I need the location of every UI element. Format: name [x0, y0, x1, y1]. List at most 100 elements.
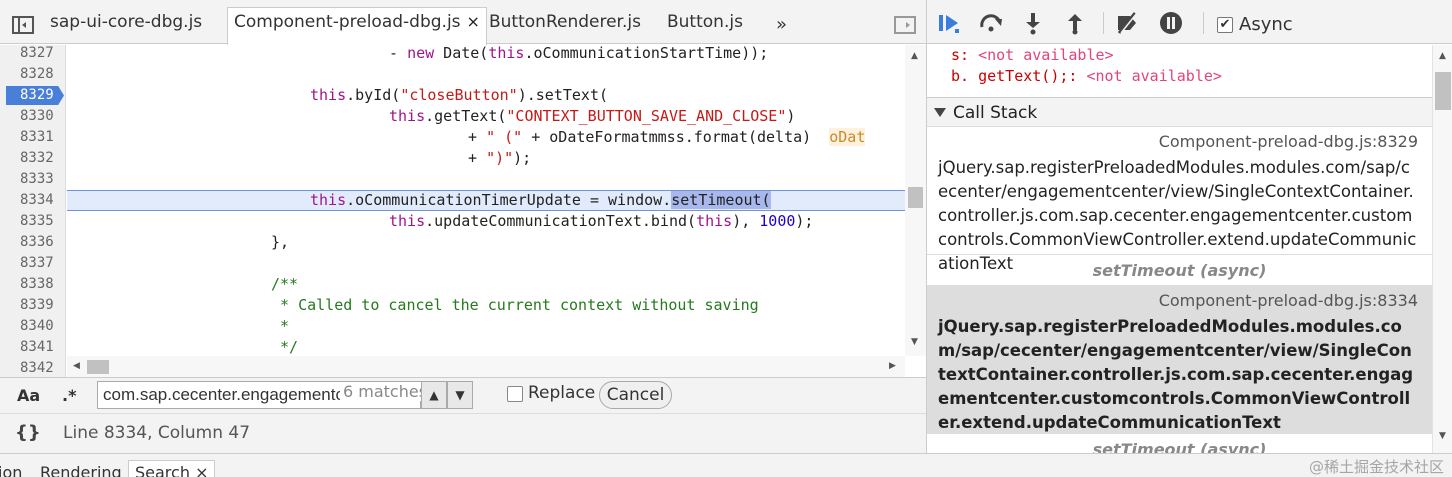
- code-line: *: [271, 317, 290, 335]
- code-line: /**: [271, 275, 299, 293]
- line-number[interactable]: 8336: [0, 232, 66, 253]
- debugger-toolbar: ✔ Async: [927, 0, 1452, 44]
- code-line: * Called to cancel the current context w…: [271, 296, 759, 314]
- devtools-sources-panel: sap-ui-core-dbg.js Component-preload-dbg…: [0, 0, 1452, 477]
- scroll-down-icon[interactable]: ▼: [911, 337, 918, 347]
- line-number[interactable]: 8328: [0, 64, 66, 85]
- line-number[interactable]: 8330: [0, 106, 66, 127]
- match-count: 6 matches: [340, 382, 431, 401]
- call-stack-header[interactable]: Call Stack: [927, 97, 1432, 127]
- inline-value-hint: oDat: [829, 128, 866, 146]
- line-number[interactable]: 8335: [0, 211, 66, 232]
- call-stack-list: Component-preload-dbg.js:8329 jQuery.sap…: [927, 127, 1432, 453]
- scroll-left-icon[interactable]: ◀: [73, 361, 80, 371]
- code-line: this.byId("closeButton").setText(: [310, 86, 609, 104]
- editor-horizontal-scrollbar[interactable]: ◀ ▶: [67, 356, 905, 377]
- frame-location[interactable]: Component-preload-dbg.js:8329: [938, 132, 1418, 156]
- line-number[interactable]: 8339: [0, 295, 66, 316]
- next-match-button[interactable]: ▼: [447, 381, 473, 409]
- line-number[interactable]: 8342: [0, 358, 66, 379]
- drawer-tab-rendering[interactable]: Rendering: [40, 463, 122, 477]
- tab-label: Search: [135, 463, 190, 477]
- line-number[interactable]: 8332: [0, 148, 66, 169]
- tab-label: ButtonRenderer.js: [489, 12, 641, 32]
- sidebar-scrollbar[interactable]: ▲ ▼: [1432, 45, 1452, 453]
- watch-entry[interactable]: s: <not available>: [951, 46, 1114, 64]
- replace-checkbox[interactable]: [507, 386, 523, 402]
- code-editor[interactable]: 8327 8328 8329 8330 8331 8332 8333 8334 …: [0, 45, 926, 377]
- toggle-debugger-icon[interactable]: [894, 16, 916, 34]
- match-case-toggle[interactable]: Aa: [17, 386, 40, 405]
- more-tabs-button[interactable]: »: [776, 14, 787, 35]
- pause-on-exceptions-icon[interactable]: [1159, 11, 1183, 35]
- scroll-up-icon[interactable]: ▲: [1439, 51, 1446, 61]
- cursor-position: Line 8334, Column 47: [63, 423, 251, 443]
- frame-function: jQuery.sap.registerPreloadedModules.modu…: [938, 317, 1414, 432]
- line-number-gutter[interactable]: 8327 8328 8329 8330 8331 8332 8333 8334 …: [0, 45, 66, 377]
- previous-match-button[interactable]: ▲: [421, 381, 447, 409]
- step-over-icon[interactable]: [979, 11, 1003, 35]
- line-number[interactable]: 8333: [0, 169, 66, 190]
- async-checkbox[interactable]: ✔: [1217, 17, 1233, 33]
- search-match-selection: setTimeout(: [671, 191, 771, 209]
- scrollbar-thumb[interactable]: [87, 360, 109, 374]
- drawer-tab-partial[interactable]: ion: [0, 463, 22, 477]
- line-number[interactable]: 8327: [0, 43, 66, 64]
- deactivate-breakpoints-icon[interactable]: [1115, 11, 1139, 35]
- code-line: this.oCommunicationTimerUpdate = window.…: [310, 191, 771, 209]
- step-into-icon[interactable]: [1021, 11, 1045, 35]
- scope-values: s: <not available> b. getText();: <not a…: [927, 45, 1432, 97]
- close-tab-icon[interactable]: ×: [195, 463, 208, 477]
- toolbar-separator: [1203, 12, 1204, 34]
- line-number[interactable]: 8331: [0, 127, 66, 148]
- scroll-up-icon[interactable]: ▲: [911, 51, 918, 61]
- code-line: },: [271, 233, 290, 251]
- async-separator: setTimeout (async): [927, 434, 1432, 453]
- async-separator: setTimeout (async): [927, 254, 1432, 286]
- async-label[interactable]: Async: [1239, 14, 1293, 35]
- pretty-print-button[interactable]: {}: [15, 422, 41, 443]
- scroll-down-icon[interactable]: ▼: [1439, 431, 1446, 441]
- expand-triangle-icon[interactable]: [934, 108, 946, 117]
- code-line: - new Date(this.oCommunicationStartTime)…: [389, 45, 769, 62]
- tab-label: Component-preload-dbg.js: [234, 12, 461, 32]
- editor-tab-bar: sap-ui-core-dbg.js Component-preload-dbg…: [0, 0, 926, 45]
- watermark: @稀土掘金技术社区: [1308, 458, 1444, 476]
- call-frame-selected[interactable]: Component-preload-dbg.js:8334 jQuery.sap…: [927, 286, 1432, 434]
- code-line: this.updateCommunicationText.bind(this),…: [389, 212, 814, 230]
- code-line: + " (" + oDateFormatmmss.format(delta) o…: [468, 128, 866, 146]
- replace-label[interactable]: Replace: [528, 383, 595, 403]
- watch-entry[interactable]: b. getText();: <not available>: [951, 67, 1222, 85]
- scrollbar-thumb[interactable]: [908, 187, 923, 208]
- call-stack-title: Call Stack: [953, 103, 1038, 123]
- tab-sap-ui-core-dbg[interactable]: sap-ui-core-dbg.js: [50, 8, 202, 44]
- line-number[interactable]: 8340: [0, 316, 66, 337]
- toolbar-separator: [1103, 12, 1104, 34]
- drawer-tab-search[interactable]: Search ×: [128, 460, 216, 477]
- tab-label: sap-ui-core-dbg.js: [50, 12, 203, 32]
- regex-toggle[interactable]: .*: [62, 386, 76, 405]
- scroll-right-icon[interactable]: ▶: [889, 361, 896, 371]
- line-number[interactable]: 8337: [0, 253, 66, 274]
- call-frame[interactable]: Component-preload-dbg.js:8329 jQuery.sap…: [927, 127, 1432, 273]
- step-out-icon[interactable]: [1063, 11, 1087, 35]
- scrollbar-thumb[interactable]: [1435, 72, 1451, 110]
- cancel-button[interactable]: Cancel: [599, 381, 672, 409]
- line-number[interactable]: 8341: [0, 337, 66, 358]
- line-number[interactable]: 8338: [0, 274, 66, 295]
- tab-button-renderer[interactable]: ButtonRenderer.js: [489, 8, 641, 44]
- tab-component-preload-dbg[interactable]: Component-preload-dbg.js ×: [227, 7, 487, 45]
- code-lines[interactable]: - new Date(this.oCommunicationStartTime)…: [67, 45, 905, 356]
- code-line: + ")");: [468, 149, 532, 167]
- line-number[interactable]: 8334: [0, 190, 66, 211]
- toggle-navigator-icon[interactable]: [12, 16, 34, 34]
- editor-vertical-scrollbar[interactable]: ▲ ▼: [905, 45, 926, 356]
- line-number[interactable]: 8329: [0, 85, 66, 106]
- editor-status-bar: {} Line 8334, Column 47: [0, 413, 926, 453]
- resume-icon[interactable]: [937, 11, 961, 35]
- frame-location[interactable]: Component-preload-dbg.js:8334: [938, 291, 1418, 315]
- tab-button[interactable]: Button.js: [667, 8, 743, 44]
- drawer-tab-bar: ion Rendering Search × @稀土掘金技术社区: [0, 453, 1452, 477]
- close-tab-icon[interactable]: ×: [467, 12, 480, 31]
- code-line: this.getText("CONTEXT_BUTTON_SAVE_AND_CL…: [389, 107, 796, 125]
